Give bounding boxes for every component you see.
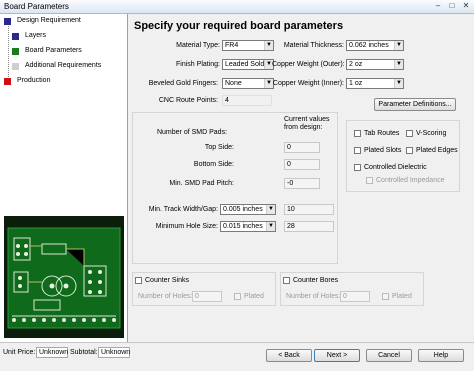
plated-edges-label: Plated Edges (416, 147, 458, 154)
smd-pitch-value: -0 (284, 178, 320, 189)
tab-routes-label: Tab Routes (364, 130, 400, 137)
step-color-icon (4, 18, 11, 25)
unit-price-label: Unit Price: (3, 349, 36, 356)
copper-outer-label: Copper Weight (Outer): (272, 61, 345, 68)
bottom-side-value: 0 (284, 159, 320, 170)
v-scoring-label: V-Scoring (416, 130, 447, 137)
beveled-gold-label: Beveled Gold Fingers: (148, 80, 218, 87)
plated-slots-checkbox[interactable] (354, 147, 361, 154)
material-thickness-label: Material Thickness: (283, 42, 344, 49)
step-color-icon (12, 48, 19, 55)
top-side-label: Top Side: (204, 144, 234, 151)
controlled-dielectric-checkbox[interactable] (354, 164, 361, 171)
chevron-down-icon: ▼ (394, 79, 403, 88)
counter-bores-plated-label: Plated (392, 293, 412, 300)
counter-sinks-label: Counter Sinks (145, 277, 189, 284)
step-color-icon (12, 63, 19, 70)
smd-pitch-label: Min. SMD Pad Pitch: (169, 180, 234, 187)
tree-line (8, 23, 9, 85)
plated-slots-label: Plated Slots (364, 147, 402, 154)
track-width-value: 0.005 inches (223, 206, 263, 213)
controlled-dielectric-label: Controlled Dielectric (364, 164, 427, 171)
chevron-down-icon: ▼ (394, 41, 403, 50)
minimize-icon[interactable]: ‒ (433, 1, 443, 11)
board-preview-image (4, 216, 124, 338)
beveled-gold-value: None (225, 80, 242, 87)
track-width-label: Min. Track Width/Gap: (148, 206, 218, 213)
counter-bores-checkbox[interactable] (283, 277, 290, 284)
unit-price-value: Unknown (36, 347, 68, 358)
finish-plating-label: Finish Plating: (176, 61, 220, 68)
cancel-button[interactable]: Cancel (366, 349, 412, 362)
material-type-select[interactable]: FR4 ▼ (222, 40, 274, 51)
pcb-drawing (4, 216, 124, 338)
current-values-label: Current values from design: (284, 116, 330, 131)
material-thickness-select[interactable]: 0.062 inches ▼ (346, 40, 404, 51)
window-title: Board Parameters (4, 2, 69, 11)
smd-pads-label: Number of SMD Pads: (156, 129, 228, 136)
material-type-value: FR4 (225, 42, 239, 49)
hole-size-label: Minimum Hole Size: (155, 223, 218, 230)
counter-sinks-plated-checkbox[interactable] (234, 293, 241, 300)
page-heading: Specify your required board parameters (134, 20, 344, 32)
finish-plating-select[interactable]: Leaded Solder ▼ (222, 59, 274, 70)
chevron-down-icon: ▼ (264, 41, 273, 50)
next-button[interactable]: Next > (314, 349, 360, 362)
top-side-value: 0 (284, 142, 320, 153)
cnc-route-value: 4 (222, 95, 272, 106)
counter-sinks-plated-label: Plated (244, 293, 264, 300)
copper-inner-value: 1 oz (349, 80, 363, 87)
material-type-label: Material Type: (176, 42, 220, 49)
tab-routes-checkbox[interactable] (354, 130, 361, 137)
counter-bores-holes-input[interactable]: 0 (340, 291, 370, 302)
counter-bores-label: Counter Bores (293, 277, 339, 284)
copper-outer-value: 2 oz (349, 61, 363, 68)
step-color-icon (12, 33, 19, 40)
cnc-route-label: CNC Route Points: (158, 97, 218, 104)
beveled-gold-select[interactable]: None ▼ (222, 78, 274, 89)
counter-bores-plated-checkbox[interactable] (382, 293, 389, 300)
counter-bores-holes-label: Number of Holes: (286, 293, 341, 300)
chevron-down-icon: ▼ (266, 205, 275, 214)
bottom-side-label: Bottom Side: (193, 161, 234, 168)
counter-sinks-holes-input[interactable]: 0 (192, 291, 222, 302)
copper-inner-select[interactable]: 1 oz ▼ (346, 78, 404, 89)
close-icon[interactable]: ✕ (461, 1, 471, 11)
material-thickness-value: 0.062 inches (349, 42, 389, 49)
footer-divider (0, 342, 474, 343)
help-button[interactable]: Help (418, 349, 464, 362)
track-width-select[interactable]: 0.005 inches ▼ (220, 204, 276, 215)
v-scoring-checkbox[interactable] (406, 130, 413, 137)
subtotal-value: Unknown (98, 347, 130, 358)
title-bar: Board Parameters ‒ □ ✕ (0, 0, 474, 14)
controlled-impedance-checkbox[interactable] (366, 177, 373, 184)
step-color-icon (4, 78, 11, 85)
copper-inner-label: Copper Weight (Inner): (272, 80, 344, 87)
hole-size-value: 0.015 inches (223, 223, 263, 230)
subtotal-label: Subtotal: (70, 349, 98, 356)
counter-sinks-checkbox[interactable] (135, 277, 142, 284)
copper-outer-select[interactable]: 2 oz ▼ (346, 59, 404, 70)
hole-size-current: 28 (284, 221, 334, 232)
back-button[interactable]: < Back (266, 349, 312, 362)
plated-edges-checkbox[interactable] (406, 147, 413, 154)
parameter-definitions-button[interactable]: Parameter Definitions... (374, 98, 456, 111)
track-width-current: 10 (284, 204, 334, 215)
counter-sinks-holes-label: Number of Holes: (138, 293, 193, 300)
chevron-down-icon: ▼ (394, 60, 403, 69)
controlled-impedance-label: Controlled Impedance (376, 177, 445, 184)
chevron-down-icon: ▼ (266, 222, 275, 231)
hole-size-select[interactable]: 0.015 inches ▼ (220, 221, 276, 232)
maximize-icon[interactable]: □ (447, 1, 457, 11)
